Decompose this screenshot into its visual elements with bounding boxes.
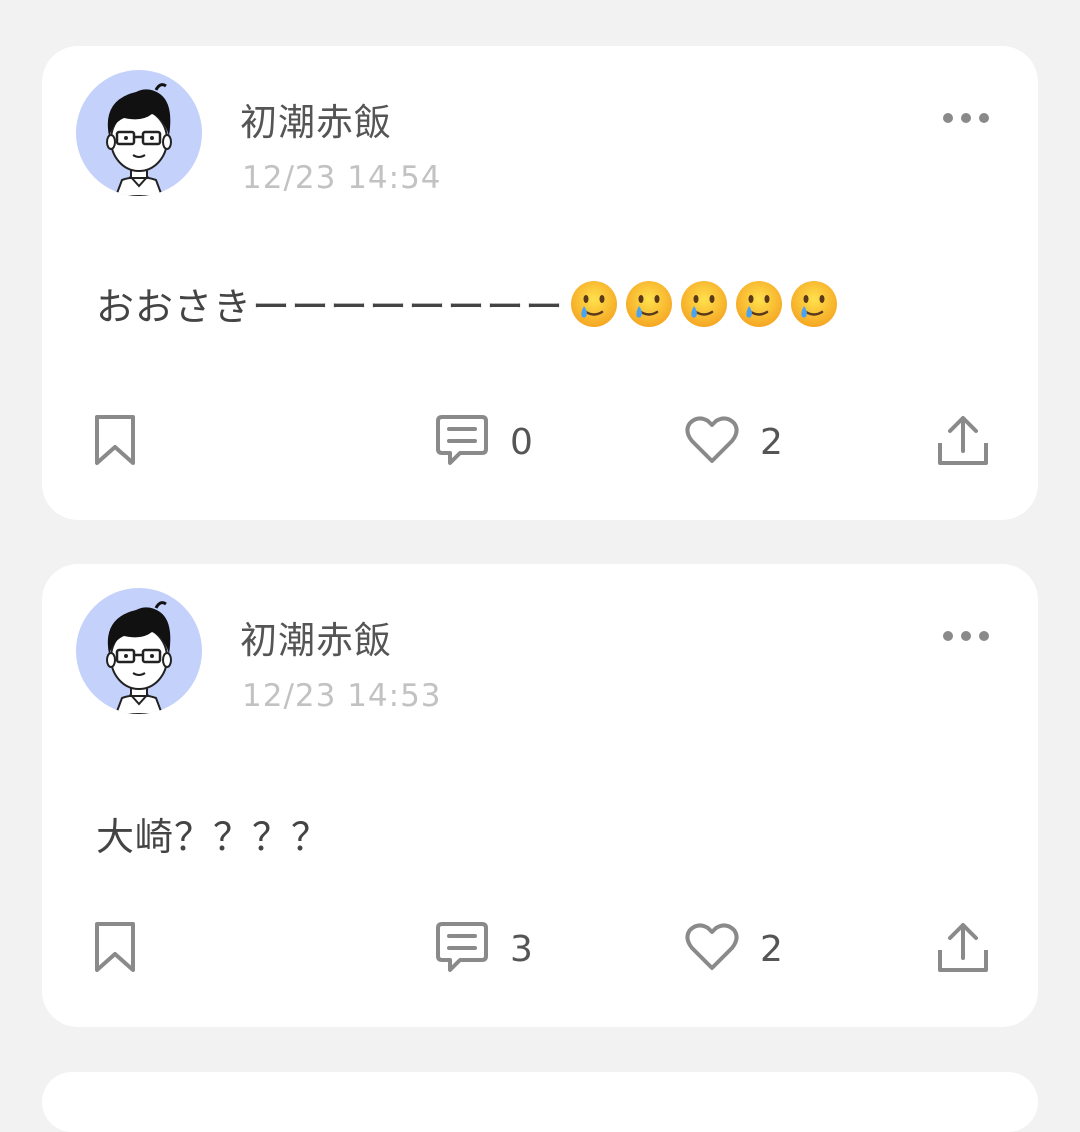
post-card[interactable]: 初潮赤飯 12/23 14:54 おおさきーーーーーーーー 0 2 <box>42 46 1038 520</box>
smiling-face-with-tear-icon <box>734 279 784 329</box>
share-button[interactable] <box>936 919 990 979</box>
bookmark-button[interactable] <box>92 919 138 979</box>
comment-button[interactable]: 3 <box>434 919 533 979</box>
share-button[interactable] <box>936 412 990 472</box>
more-horizontal-icon[interactable] <box>940 104 992 132</box>
bookmark-icon <box>92 413 138 471</box>
comment-icon <box>434 920 490 978</box>
next-post-card <box>42 1072 1038 1132</box>
more-horizontal-icon[interactable] <box>940 622 992 650</box>
post-text-content: おおさきーーーーーーーー <box>96 285 565 329</box>
smiling-face-with-tear-icon <box>569 279 619 329</box>
avatar[interactable] <box>76 588 202 714</box>
post-card[interactable]: 初潮赤飯 12/23 14:53 大崎？？？？ 3 2 <box>42 564 1038 1027</box>
heart-icon <box>684 415 740 469</box>
heart-icon <box>684 922 740 976</box>
post-text: 大崎？？？？ <box>96 806 330 861</box>
timestamp: 12/23 14:54 <box>242 160 442 196</box>
username[interactable]: 初潮赤飯 <box>240 92 392 146</box>
share-icon <box>936 413 990 471</box>
smiling-face-with-tear-icon <box>679 279 729 329</box>
bookmark-icon <box>92 920 138 978</box>
like-button[interactable]: 2 <box>684 412 783 472</box>
smiling-face-with-tear-icon <box>624 279 674 329</box>
timestamp: 12/23 14:53 <box>242 678 442 714</box>
comment-count: 3 <box>510 928 533 970</box>
smiling-face-with-tear-icon <box>789 279 839 329</box>
share-icon <box>936 920 990 978</box>
post-actions: 0 2 <box>42 412 1038 472</box>
comment-icon <box>434 413 490 471</box>
post-text: おおさきーーーーーーーー <box>96 276 839 331</box>
bookmark-button[interactable] <box>92 412 138 472</box>
like-count: 2 <box>760 421 783 463</box>
like-button[interactable]: 2 <box>684 919 783 979</box>
username[interactable]: 初潮赤飯 <box>240 610 392 664</box>
comment-count: 0 <box>510 421 533 463</box>
avatar[interactable] <box>76 70 202 196</box>
like-count: 2 <box>760 928 783 970</box>
comment-button[interactable]: 0 <box>434 412 533 472</box>
post-actions: 3 2 <box>42 919 1038 979</box>
post-text-content: 大崎？？？？ <box>96 815 331 859</box>
